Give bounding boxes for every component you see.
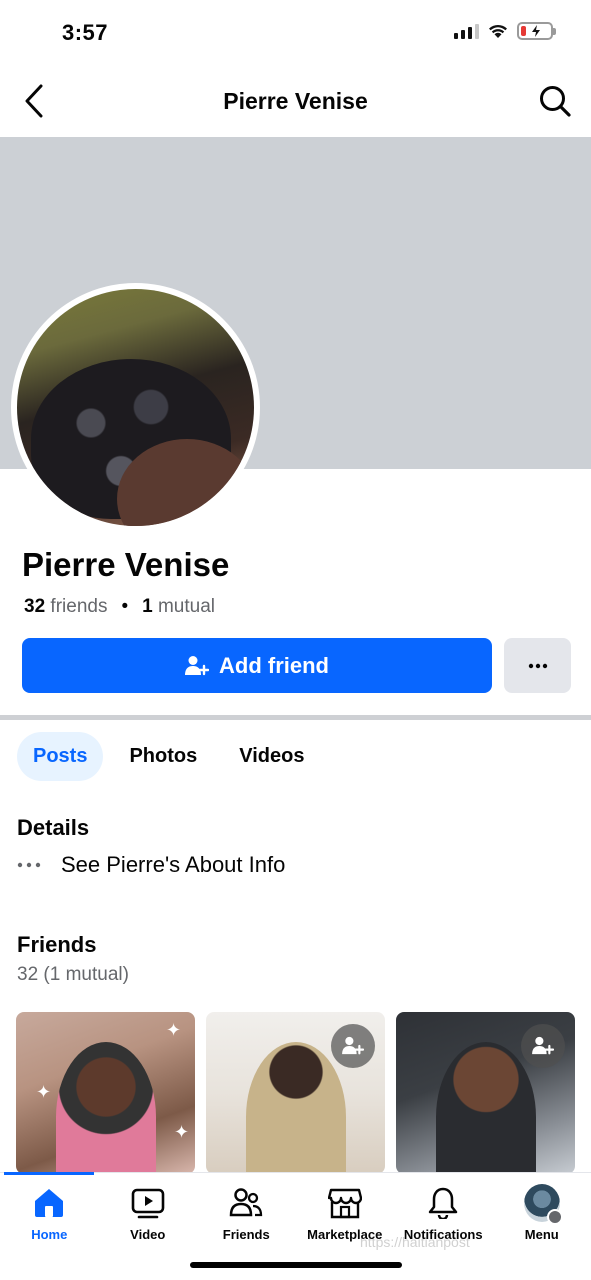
nav-home-label: Home: [31, 1227, 68, 1242]
back-button[interactable]: [18, 82, 50, 120]
profile-tabs: Posts Photos Videos: [17, 732, 320, 781]
details-heading: Details: [17, 815, 90, 840]
status-icons: [454, 22, 556, 40]
friend-photo: [56, 1042, 156, 1174]
nav-menu-label: Menu: [524, 1227, 559, 1242]
friends-heading: Friends: [17, 932, 97, 957]
menu-avatar: [523, 1184, 563, 1225]
tab-posts[interactable]: Posts: [17, 732, 104, 781]
tab-photos[interactable]: Photos: [113, 732, 213, 781]
page-title: Pierre Venise: [223, 87, 368, 114]
separator-dot: •: [121, 596, 129, 617]
profile-stats: 32 friends • 1 mutual: [24, 596, 215, 618]
add-person-icon: [185, 655, 209, 675]
add-friend-small-button[interactable]: [521, 1024, 565, 1068]
about-info-link[interactable]: See Pierre's About Info: [17, 852, 285, 878]
mutual-stat[interactable]: 1 mutual: [142, 596, 215, 618]
friend-card[interactable]: [206, 1012, 385, 1174]
home-indicator: [190, 1262, 402, 1268]
mutual-label: mutual: [157, 596, 215, 617]
section-divider: [0, 715, 591, 720]
more-options-button[interactable]: [504, 638, 571, 693]
friends-stat[interactable]: 32 friends: [24, 596, 107, 618]
profile-actions: Add friend: [22, 638, 571, 693]
chevron-left-icon: [25, 84, 43, 118]
profile-name: Pierre Venise: [22, 546, 230, 583]
more-dots-icon: [17, 862, 41, 868]
sparkle-icon: ✦: [36, 1082, 52, 1102]
friend-photo: [436, 1042, 536, 1174]
signal-icon: [454, 23, 479, 39]
top-header: Pierre Venise: [0, 66, 591, 136]
add-person-icon: [342, 1036, 364, 1055]
add-friend-button[interactable]: Add friend: [22, 638, 492, 693]
more-dots-icon: [528, 663, 547, 668]
search-icon: [540, 86, 571, 117]
sparkle-icon: ✦: [174, 1122, 190, 1142]
home-icon: [35, 1189, 64, 1217]
profile-picture-image: [17, 289, 254, 526]
friend-card[interactable]: [396, 1012, 575, 1174]
nav-video-label: Video: [130, 1227, 166, 1242]
friends-count-text: 32 (1 mutual): [17, 964, 129, 985]
nav-home[interactable]: Home: [0, 1185, 98, 1242]
about-info-label: See Pierre's About Info: [61, 852, 286, 877]
status-time: 3:57: [62, 20, 109, 45]
nav-menu[interactable]: Menu: [493, 1184, 591, 1242]
friend-card[interactable]: ✦ ✦ ✦: [16, 1012, 195, 1174]
add-friend-small-button[interactable]: [331, 1024, 375, 1068]
bell-icon: [429, 1187, 458, 1219]
add-person-icon: [532, 1036, 554, 1055]
nav-friends[interactable]: Friends: [197, 1185, 295, 1242]
mutual-count: 1: [142, 596, 153, 617]
profile-picture[interactable]: [11, 283, 260, 532]
friends-grid: ✦ ✦ ✦: [16, 1012, 575, 1174]
video-icon: [131, 1188, 165, 1219]
tab-videos[interactable]: Videos: [223, 732, 320, 781]
friend-photo: [246, 1042, 346, 1174]
friends-icon: [229, 1188, 263, 1217]
menu-badge-icon: [546, 1209, 563, 1225]
nav-friends-label: Friends: [222, 1227, 270, 1242]
friends-count: 32: [24, 596, 46, 617]
friends-label: friends: [50, 596, 108, 617]
marketplace-icon: [327, 1188, 362, 1219]
sparkle-icon: ✦: [166, 1020, 182, 1040]
battery-icon: [517, 22, 556, 40]
nav-video[interactable]: Video: [99, 1185, 197, 1242]
watermark: https://haitianpost: [360, 1234, 470, 1250]
active-tab-indicator: [4, 1172, 94, 1175]
status-bar: 3:57: [0, 0, 591, 66]
wifi-icon: [489, 24, 507, 38]
add-friend-label: Add friend: [219, 652, 329, 678]
search-button[interactable]: [537, 82, 573, 120]
